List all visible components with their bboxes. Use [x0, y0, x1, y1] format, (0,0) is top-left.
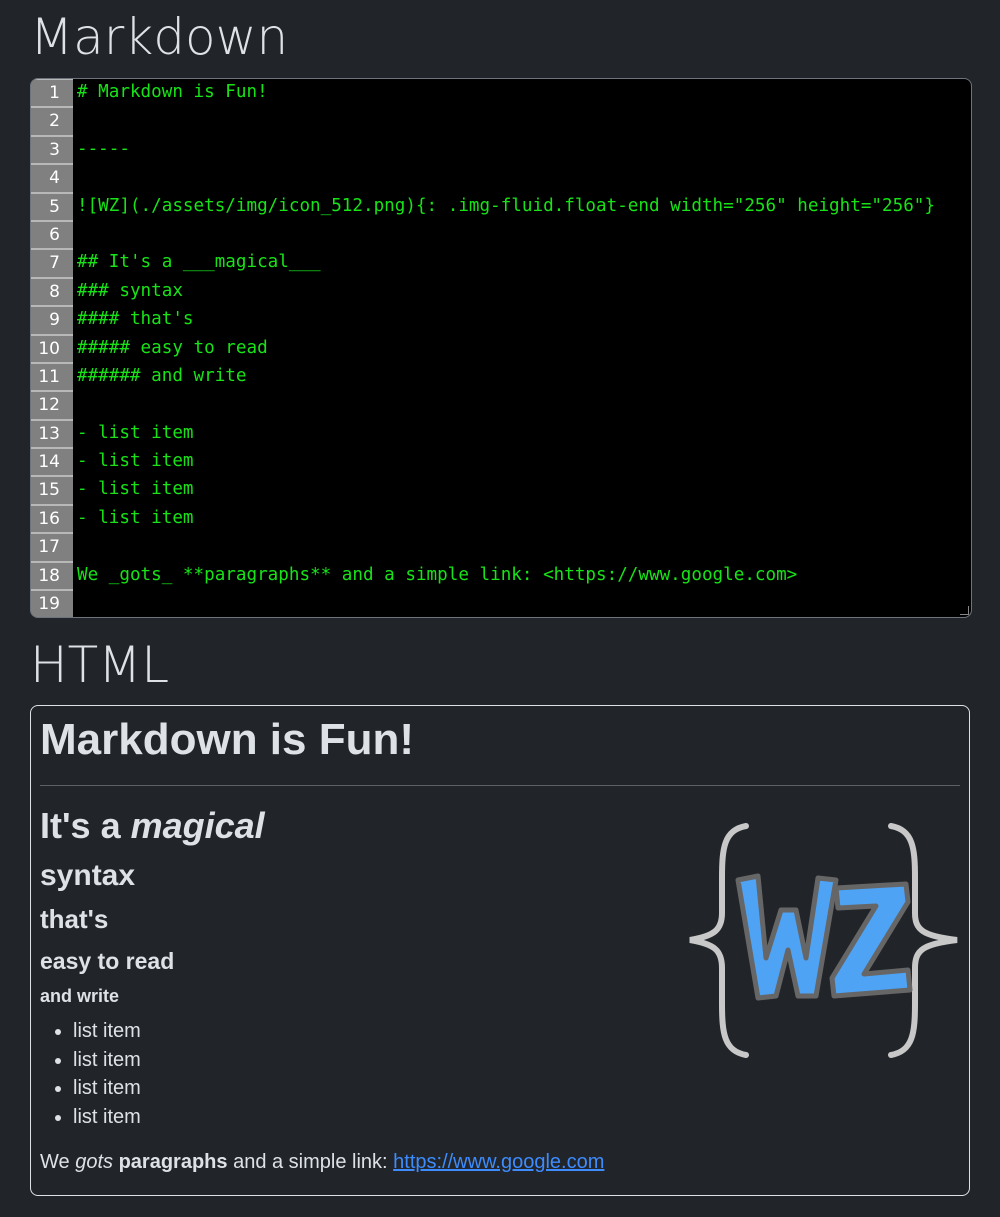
line-number: 13 [31, 420, 73, 448]
code-line[interactable] [77, 165, 971, 193]
line-number: 18 [31, 562, 73, 590]
line-number-gutter: 1 2 3 4 5 6 7 8 9 10 11 12 13 14 15 16 17 18 19 [31, 79, 73, 617]
markdown-heading: Markdown [30, 8, 289, 66]
line-number: 19 [31, 591, 73, 617]
line-number: 1 [31, 80, 73, 107]
preview-h1: Markdown is Fun! [40, 715, 414, 764]
code-line[interactable]: ###### and write [77, 364, 971, 392]
line-number: 11 [31, 363, 73, 391]
code-line[interactable]: # Markdown is Fun! [77, 80, 971, 108]
code-line[interactable]: - list item [77, 421, 971, 449]
list-item: list item [73, 1017, 141, 1046]
code-line[interactable]: ### syntax [77, 279, 971, 307]
google-link[interactable]: https://www.google.com [393, 1151, 604, 1173]
line-number: 3 [31, 136, 73, 164]
code-line[interactable]: We _gots_ **paragraphs** and a simple li… [77, 563, 971, 591]
code-line[interactable]: ![WZ](./assets/img/icon_512.png){: .img-… [77, 194, 971, 222]
line-number: 5 [31, 193, 73, 220]
html-preview: Markdown is Fun! It's a magical syntax t… [30, 705, 970, 1196]
preview-list: list item list item list item list item [40, 1017, 141, 1131]
code-line[interactable] [77, 591, 971, 617]
paragraph-text: We [40, 1151, 76, 1173]
code-line[interactable] [77, 222, 971, 250]
preview-h4: that's [40, 904, 109, 934]
line-number: 17 [31, 534, 73, 561]
preview-paragraph: We gots paragraphs and a simple link: ht… [40, 1149, 604, 1175]
resize-handle[interactable] [960, 606, 969, 615]
list-item: list item [73, 1103, 141, 1132]
code-line[interactable] [77, 534, 971, 562]
preview-divider [40, 785, 960, 786]
list-item: list item [73, 1074, 141, 1103]
markdown-textarea[interactable]: # Markdown is Fun! ----- ![WZ](./assets/im… [73, 79, 971, 617]
paragraph-text: and a simple link: [227, 1151, 394, 1173]
paragraph-bold: paragraphs [118, 1151, 228, 1173]
code-line[interactable]: #### that's [77, 307, 971, 335]
preview-h3: syntax [40, 859, 136, 892]
code-line[interactable]: ##### easy to read [77, 336, 971, 364]
line-number: 9 [31, 307, 73, 334]
line-number: 6 [31, 221, 73, 249]
code-line[interactable]: - list item [77, 477, 971, 505]
line-number: 15 [31, 477, 73, 504]
line-number: 8 [31, 278, 73, 306]
h2-text: It's a [40, 805, 131, 846]
code-line[interactable] [77, 108, 971, 136]
code-line[interactable] [77, 392, 971, 420]
code-line[interactable]: ----- [77, 137, 971, 165]
html-heading: HTML [30, 636, 170, 694]
code-line[interactable]: - list item [77, 506, 971, 534]
code-line[interactable]: ## It's a ___magical___ [77, 250, 971, 278]
wz-logo-image [689, 823, 958, 1058]
line-number: 7 [31, 250, 73, 277]
preview-h2: It's a magical [40, 804, 265, 847]
list-item: list item [73, 1046, 141, 1075]
line-number: 14 [31, 449, 73, 476]
paragraph-italic: gots [75, 1151, 114, 1173]
preview-h6: and write [40, 986, 120, 1006]
line-number: 12 [31, 392, 73, 419]
line-number: 2 [31, 108, 73, 135]
line-number: 10 [31, 335, 73, 362]
markdown-editor[interactable]: 1 2 3 4 5 6 7 8 9 10 11 12 13 14 15 16 17 18 19 # Markdown… [30, 78, 972, 618]
preview-h5: easy to read [40, 948, 175, 974]
h2-emphasis: magical [130, 805, 265, 846]
line-number: 16 [31, 505, 73, 533]
line-number: 4 [31, 165, 73, 192]
code-line[interactable]: - list item [77, 449, 971, 477]
